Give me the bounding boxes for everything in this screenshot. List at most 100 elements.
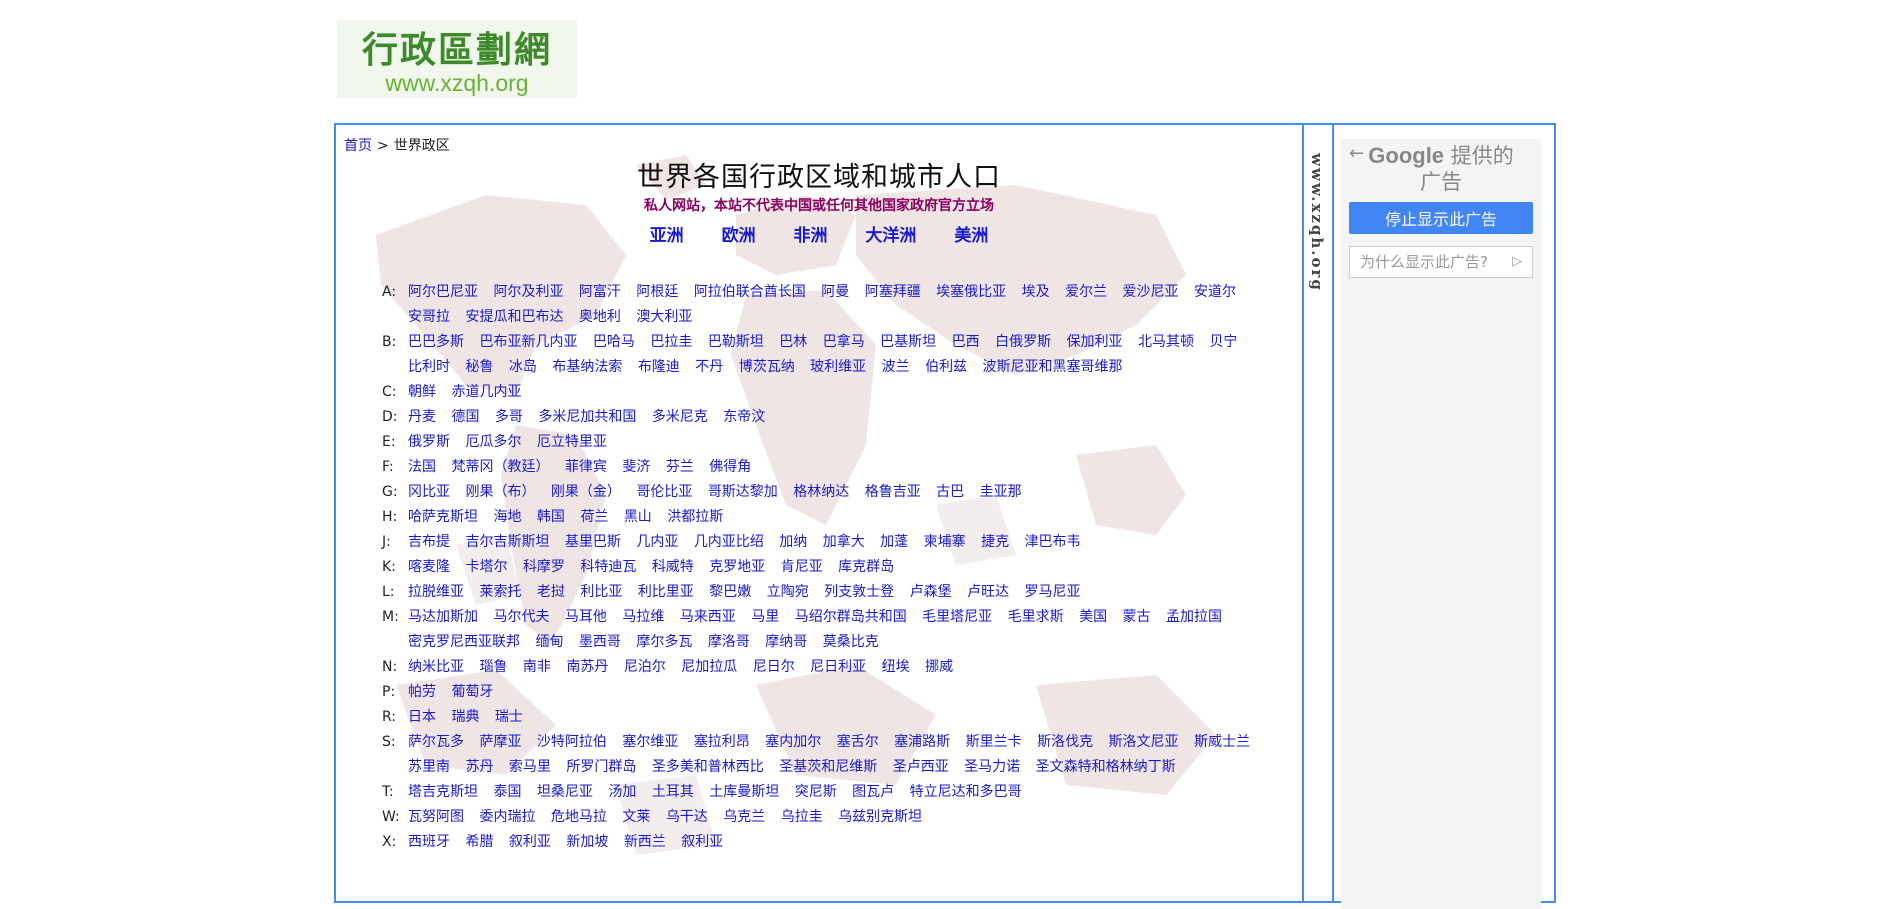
country-link[interactable]: 瑞典 bbox=[451, 709, 479, 725]
country-link[interactable]: 波兰 bbox=[882, 359, 910, 375]
country-link[interactable]: 苏丹 bbox=[465, 759, 493, 775]
why-ad-button[interactable]: 为什么显示此广告? ▷ bbox=[1349, 246, 1533, 278]
country-link[interactable]: 塞舌尔 bbox=[837, 734, 879, 750]
country-link[interactable]: 斯洛伐克 bbox=[1037, 734, 1093, 750]
country-link[interactable]: 不丹 bbox=[695, 359, 723, 375]
country-link[interactable]: 莱索托 bbox=[479, 584, 521, 600]
country-link[interactable]: 多哥 bbox=[495, 409, 523, 425]
country-link[interactable]: 乌兹别克斯坦 bbox=[838, 809, 922, 825]
country-link[interactable]: 博茨瓦纳 bbox=[739, 359, 795, 375]
country-link[interactable]: 安提瓜和巴布达 bbox=[465, 309, 563, 325]
country-link[interactable]: 乌干达 bbox=[666, 809, 708, 825]
country-link[interactable]: 哈萨克斯坦 bbox=[408, 509, 478, 525]
country-link[interactable]: 墨西哥 bbox=[579, 634, 621, 650]
country-link[interactable]: 澳大利亚 bbox=[636, 309, 692, 325]
country-link[interactable]: 北马其顿 bbox=[1138, 334, 1194, 350]
country-link[interactable]: 柬埔寨 bbox=[924, 534, 966, 550]
country-link[interactable]: 西班牙 bbox=[408, 834, 450, 850]
country-link[interactable]: 爱尔兰 bbox=[1065, 284, 1107, 300]
country-link[interactable]: 朝鲜 bbox=[408, 384, 436, 400]
country-link[interactable]: 阿尔及利亚 bbox=[493, 284, 563, 300]
country-link[interactable]: 萨摩亚 bbox=[479, 734, 521, 750]
country-link[interactable]: 克罗地亚 bbox=[709, 559, 765, 575]
country-link[interactable]: 阿曼 bbox=[821, 284, 849, 300]
country-link[interactable]: 巴拿马 bbox=[823, 334, 865, 350]
continent-link-america[interactable]: 美洲 bbox=[954, 226, 988, 246]
country-link[interactable]: 塞拉利昂 bbox=[694, 734, 750, 750]
country-link[interactable]: 保加利亚 bbox=[1067, 334, 1123, 350]
country-link[interactable]: 库克群岛 bbox=[838, 559, 894, 575]
country-link[interactable]: 特立尼达和多巴哥 bbox=[910, 784, 1022, 800]
country-link[interactable]: 毛里求斯 bbox=[1008, 609, 1064, 625]
country-link[interactable]: 黎巴嫩 bbox=[709, 584, 751, 600]
country-link[interactable]: 纳米比亚 bbox=[408, 659, 464, 675]
country-link[interactable]: 圣基茨和尼维斯 bbox=[779, 759, 877, 775]
breadcrumb-home-link[interactable]: 首页 bbox=[344, 138, 372, 154]
country-link[interactable]: 阿富汗 bbox=[579, 284, 621, 300]
country-link[interactable]: 所罗门群岛 bbox=[566, 759, 636, 775]
country-link[interactable]: 阿根廷 bbox=[636, 284, 678, 300]
stop-ad-button[interactable]: 停止显示此广告 bbox=[1349, 202, 1533, 234]
country-link[interactable]: 吉尔吉斯斯坦 bbox=[465, 534, 549, 550]
country-link[interactable]: 卢旺达 bbox=[967, 584, 1009, 600]
country-link[interactable]: 利比亚 bbox=[580, 584, 622, 600]
continent-link-oceania[interactable]: 大洋洲 bbox=[865, 226, 916, 246]
country-link[interactable]: 加蓬 bbox=[880, 534, 908, 550]
country-link[interactable]: 萨尔瓦多 bbox=[408, 734, 464, 750]
country-link[interactable]: 乌拉圭 bbox=[781, 809, 823, 825]
country-link[interactable]: 马拉维 bbox=[622, 609, 664, 625]
country-link[interactable]: 纽埃 bbox=[882, 659, 910, 675]
country-link[interactable]: 圣马力诺 bbox=[964, 759, 1020, 775]
country-link[interactable]: 赤道几内亚 bbox=[451, 384, 521, 400]
country-link[interactable]: 马达加斯加 bbox=[408, 609, 478, 625]
country-link[interactable]: 玻利维亚 bbox=[810, 359, 866, 375]
country-link[interactable]: 格林纳达 bbox=[793, 484, 849, 500]
country-link[interactable]: 法国 bbox=[408, 459, 436, 475]
country-link[interactable]: 马尔代夫 bbox=[493, 609, 549, 625]
country-link[interactable]: 喀麦隆 bbox=[408, 559, 450, 575]
country-link[interactable]: 东帝汶 bbox=[723, 409, 765, 425]
country-link[interactable]: 韩国 bbox=[537, 509, 565, 525]
country-link[interactable]: 罗马尼亚 bbox=[1025, 584, 1081, 600]
country-link[interactable]: 几内亚 bbox=[636, 534, 678, 550]
country-link[interactable]: 佛得角 bbox=[709, 459, 751, 475]
country-link[interactable]: 哥斯达黎加 bbox=[708, 484, 778, 500]
country-link[interactable]: 伯利兹 bbox=[925, 359, 967, 375]
country-link[interactable]: 瓦努阿图 bbox=[408, 809, 464, 825]
country-link[interactable]: 阿拉伯联合酋长国 bbox=[694, 284, 806, 300]
country-link[interactable]: 哥伦比亚 bbox=[636, 484, 692, 500]
country-link[interactable]: 加纳 bbox=[779, 534, 807, 550]
country-link[interactable]: 厄立特里亚 bbox=[537, 434, 607, 450]
country-link[interactable]: 津巴布韦 bbox=[1025, 534, 1081, 550]
country-link[interactable]: 新加坡 bbox=[566, 834, 608, 850]
country-link[interactable]: 厄瓜多尔 bbox=[465, 434, 521, 450]
country-link[interactable]: 苏里南 bbox=[408, 759, 450, 775]
country-link[interactable]: 帕劳 bbox=[408, 684, 436, 700]
country-link[interactable]: 斯威士兰 bbox=[1194, 734, 1250, 750]
country-link[interactable]: 吉布提 bbox=[408, 534, 450, 550]
site-logo[interactable]: 行政區劃網 www.xzqh.org bbox=[337, 20, 577, 98]
country-link[interactable]: 卢森堡 bbox=[910, 584, 952, 600]
country-link[interactable]: 洪都拉斯 bbox=[667, 509, 723, 525]
country-link[interactable]: 摩洛哥 bbox=[708, 634, 750, 650]
country-link[interactable]: 秘鲁 bbox=[465, 359, 493, 375]
country-link[interactable]: 圣卢西亚 bbox=[893, 759, 949, 775]
country-link[interactable]: 巴哈马 bbox=[593, 334, 635, 350]
country-link[interactable]: 捷克 bbox=[981, 534, 1009, 550]
continent-link-europe[interactable]: 欧洲 bbox=[722, 226, 756, 246]
country-link[interactable]: 多米尼加共和国 bbox=[538, 409, 636, 425]
country-link[interactable]: 圣文森特和格林纳丁斯 bbox=[1036, 759, 1176, 775]
country-link[interactable]: 阿尔巴尼亚 bbox=[408, 284, 478, 300]
country-link[interactable]: 瑞士 bbox=[495, 709, 523, 725]
country-link[interactable]: 南苏丹 bbox=[566, 659, 608, 675]
country-link[interactable]: 叙利亚 bbox=[509, 834, 551, 850]
country-link[interactable]: 塔吉克斯坦 bbox=[408, 784, 478, 800]
country-link[interactable]: 希腊 bbox=[465, 834, 493, 850]
country-link[interactable]: 巴勒斯坦 bbox=[708, 334, 764, 350]
country-link[interactable]: 挪威 bbox=[925, 659, 953, 675]
country-link[interactable]: 冰岛 bbox=[509, 359, 537, 375]
country-link[interactable]: 孟加拉国 bbox=[1166, 609, 1222, 625]
country-link[interactable]: 葡萄牙 bbox=[451, 684, 493, 700]
country-link[interactable]: 瑙鲁 bbox=[479, 659, 507, 675]
country-link[interactable]: 密克罗尼西亚联邦 bbox=[408, 634, 520, 650]
